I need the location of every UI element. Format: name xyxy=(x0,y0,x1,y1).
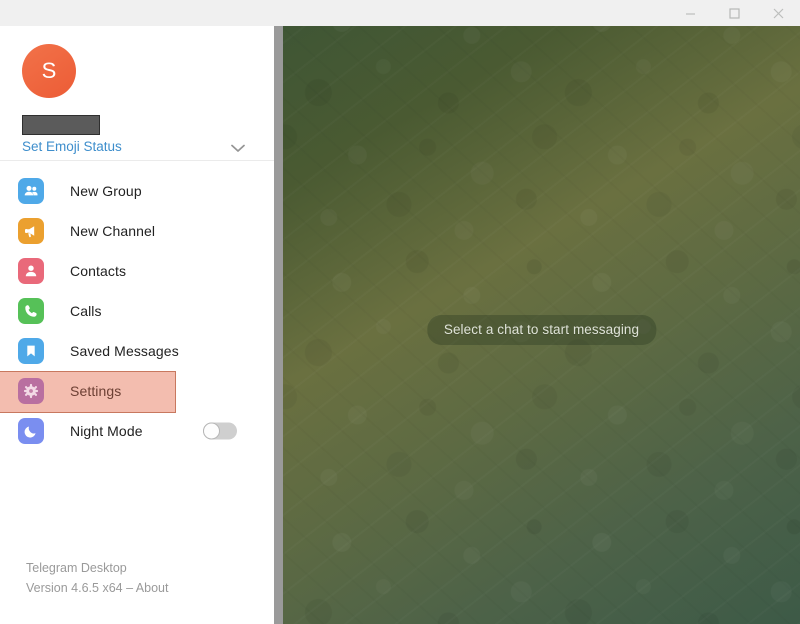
minimize-button[interactable] xyxy=(668,0,712,26)
bookmark-icon xyxy=(18,338,44,364)
empty-chat-message: Select a chat to start messaging xyxy=(426,315,657,345)
gear-icon xyxy=(18,378,44,404)
avatar[interactable]: S xyxy=(22,44,76,98)
telegram-desktop-window: Select a chat to start messaging S Set E… xyxy=(0,0,800,624)
contact-icon xyxy=(18,258,44,284)
night-mode-toggle[interactable] xyxy=(203,422,237,440)
menu-item-night-mode[interactable]: Night Mode xyxy=(0,411,274,451)
menu-item-label: Settings xyxy=(70,383,122,399)
account-name-redacted xyxy=(22,115,100,135)
menu-item-new-channel[interactable]: New Channel xyxy=(0,211,274,251)
chat-background: Select a chat to start messaging xyxy=(283,26,800,624)
group-icon xyxy=(18,178,44,204)
menu-item-saved-messages[interactable]: Saved Messages xyxy=(0,331,274,371)
main-menu-panel: S Set Emoji Status New Group New Channel… xyxy=(0,26,274,624)
menu-item-label: Saved Messages xyxy=(70,343,179,359)
menu-item-label: Calls xyxy=(70,303,102,319)
version-about-link[interactable]: Version 4.6.5 x64 – About xyxy=(26,578,274,598)
menu-item-calls[interactable]: Calls xyxy=(0,291,274,331)
menu-item-contacts[interactable]: Contacts xyxy=(0,251,274,291)
maximize-button[interactable] xyxy=(712,0,756,26)
menu-item-settings[interactable]: Settings xyxy=(0,371,274,413)
dimmed-chat-list-overlay xyxy=(274,26,283,624)
app-name: Telegram Desktop xyxy=(26,561,127,575)
menu-item-label: Contacts xyxy=(70,263,127,279)
chevron-down-icon[interactable] xyxy=(228,138,248,158)
menu-item-new-group[interactable]: New Group xyxy=(0,171,274,211)
menu-item-label: Night Mode xyxy=(70,423,143,439)
profile-section: S Set Emoji Status xyxy=(0,26,274,156)
megaphone-icon xyxy=(18,218,44,244)
close-button[interactable] xyxy=(756,0,800,26)
app-footer: Telegram Desktop Version 4.6.5 x64 – Abo… xyxy=(0,558,274,598)
window-titlebar xyxy=(0,0,800,26)
menu-item-label: New Group xyxy=(70,183,142,199)
moon-icon xyxy=(18,418,44,444)
toggle-knob xyxy=(203,422,220,440)
phone-icon xyxy=(18,298,44,324)
menu-item-label: New Channel xyxy=(70,223,156,239)
main-menu-list: New Group New Channel Contacts Calls Sav… xyxy=(0,161,274,451)
